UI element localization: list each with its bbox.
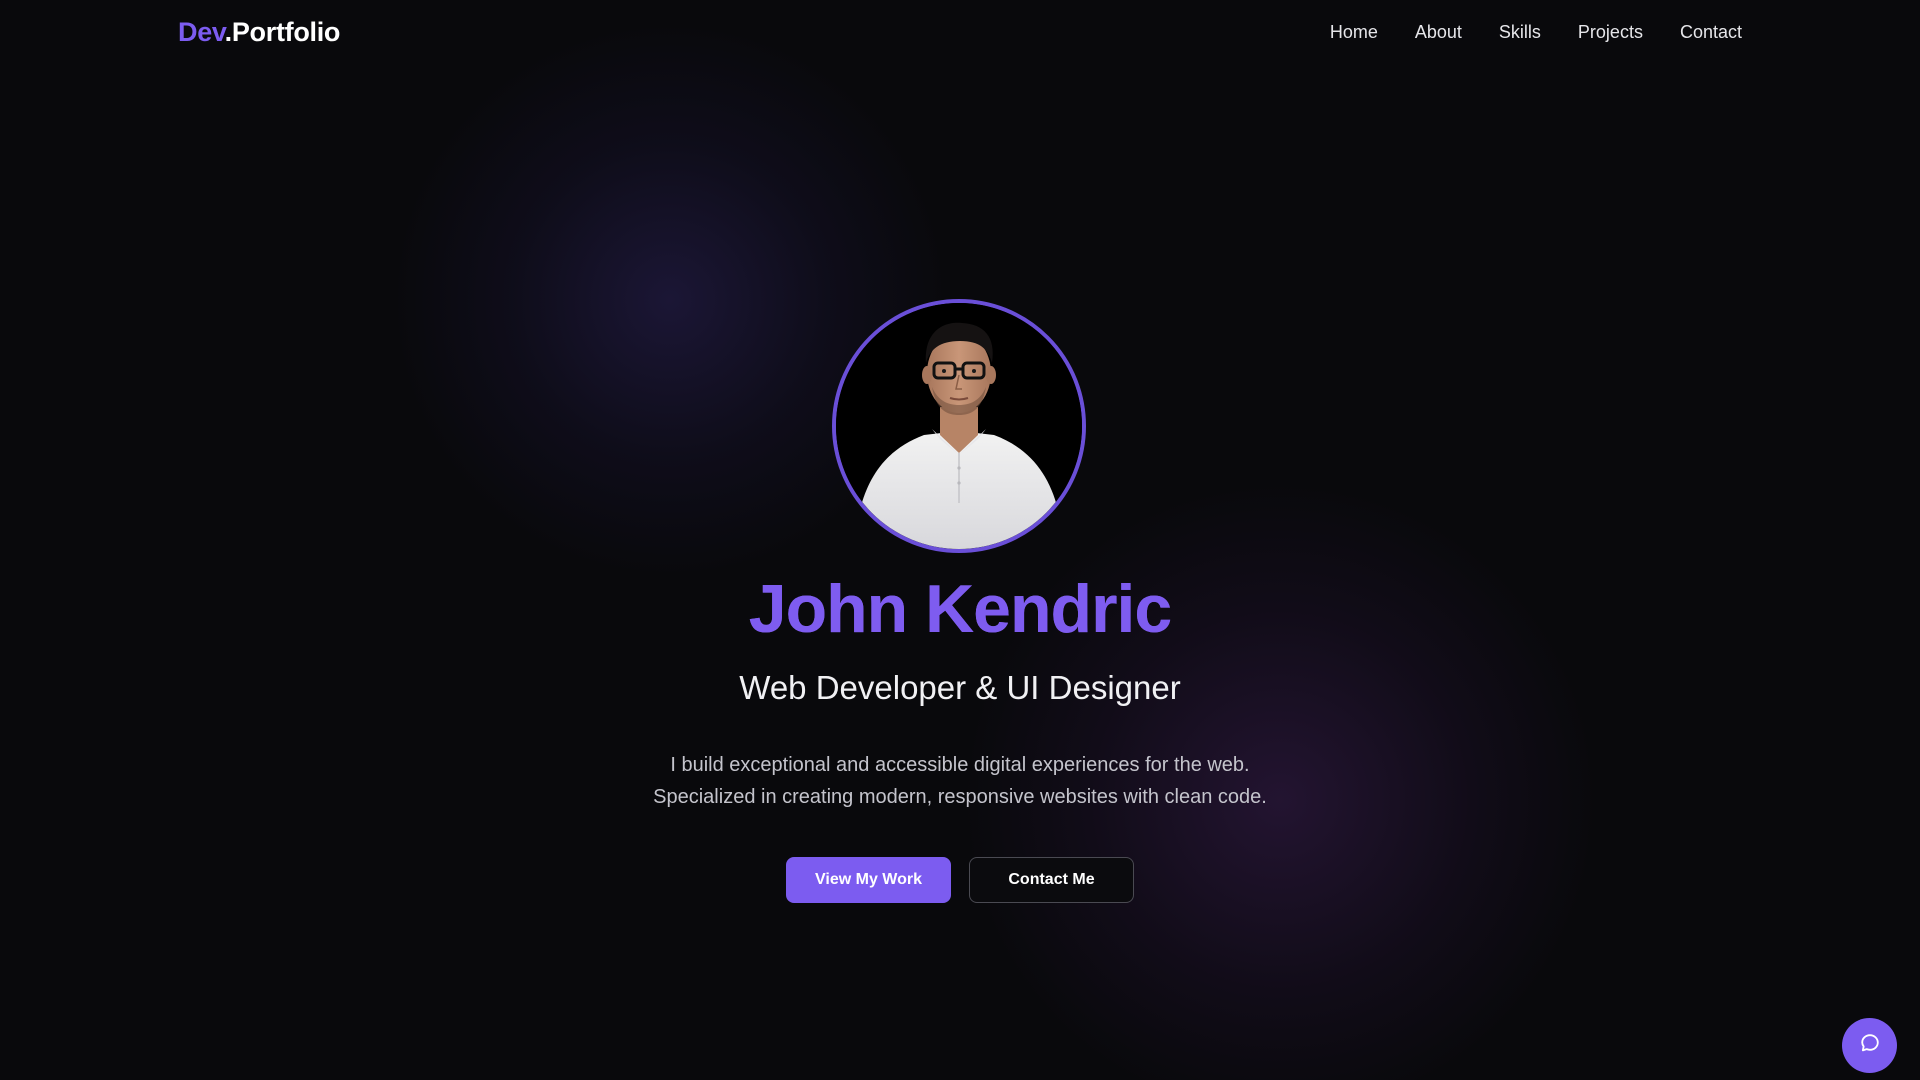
hero-role: Web Developer & UI Designer — [739, 669, 1181, 706]
chat-bubble-icon — [1859, 1032, 1881, 1059]
hero-section: John Kendric Web Developer & UI Designer… — [0, 0, 1920, 1080]
avatar-portrait — [836, 303, 1082, 549]
portfolio-page: Dev.Portfolio Home About Skills Projects… — [0, 0, 1920, 1080]
contact-me-button[interactable]: Contact Me — [969, 857, 1134, 903]
hero-description: I build exceptional and accessible digit… — [0, 749, 1920, 813]
hero-description-line-1: I build exceptional and accessible digit… — [670, 754, 1250, 776]
chat-button[interactable] — [1842, 1018, 1897, 1073]
view-my-work-button[interactable]: View My Work — [786, 857, 951, 903]
hero-description-line-2: Specialized in creating modern, responsi… — [653, 786, 1267, 808]
hero-name: John Kendric — [0, 570, 1920, 648]
avatar — [832, 299, 1086, 553]
